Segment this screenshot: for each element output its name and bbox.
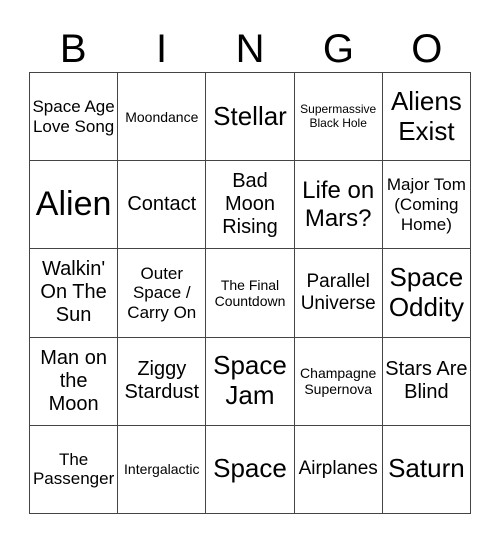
bingo-cell[interactable]: The Passenger xyxy=(30,425,119,514)
header-letter-o: O xyxy=(411,27,443,71)
bingo-cell[interactable]: Supermassive Black Hole xyxy=(294,73,383,162)
bingo-cell[interactable]: Outer Space / Carry On xyxy=(118,249,207,338)
bingo-cell[interactable]: Space Oddity xyxy=(382,249,471,338)
bingo-cell[interactable]: Intergalactic xyxy=(118,425,207,514)
bingo-cell[interactable]: The Final Countdown xyxy=(206,249,295,338)
bingo-cell[interactable]: Aliens Exist xyxy=(382,73,471,162)
bingo-cell[interactable]: Major Tom (Coming Home) xyxy=(382,161,471,250)
bingo-cell[interactable]: Space Age Love Song xyxy=(30,73,119,162)
bingo-cell[interactable]: Moondance xyxy=(118,73,207,162)
bingo-cell[interactable]: Stellar xyxy=(206,73,295,162)
bingo-cell[interactable]: Space Jam xyxy=(206,337,295,426)
bingo-cell[interactable]: Space xyxy=(206,425,295,514)
header-letter-b: B xyxy=(59,27,87,71)
bingo-cell[interactable]: Life on Mars? xyxy=(294,161,383,250)
header-letter-n: N xyxy=(235,27,265,71)
header-letter-g: G xyxy=(322,27,354,71)
bingo-cell[interactable]: Airplanes xyxy=(294,425,383,514)
bingo-header: B I N G O xyxy=(29,26,471,72)
bingo-cell[interactable]: Parallel Universe xyxy=(294,249,383,338)
bingo-cell[interactable]: Walkin' On The Sun xyxy=(30,249,119,338)
bingo-cell[interactable]: Alien xyxy=(30,161,119,250)
bingo-cell[interactable]: Man on the Moon xyxy=(30,337,119,426)
header-letter-i: I xyxy=(156,27,168,71)
bingo-cell[interactable]: Ziggy Stardust xyxy=(118,337,207,426)
bingo-cell[interactable]: Contact xyxy=(118,161,207,250)
bingo-cell[interactable]: Saturn xyxy=(382,425,471,514)
bingo-grid: Space Age Love Song Moondance Stellar Su… xyxy=(29,72,471,514)
bingo-cell[interactable]: Bad Moon Rising xyxy=(206,161,295,250)
bingo-cell[interactable]: Champagne Supernova xyxy=(294,337,383,426)
bingo-cell[interactable]: Stars Are Blind xyxy=(382,337,471,426)
